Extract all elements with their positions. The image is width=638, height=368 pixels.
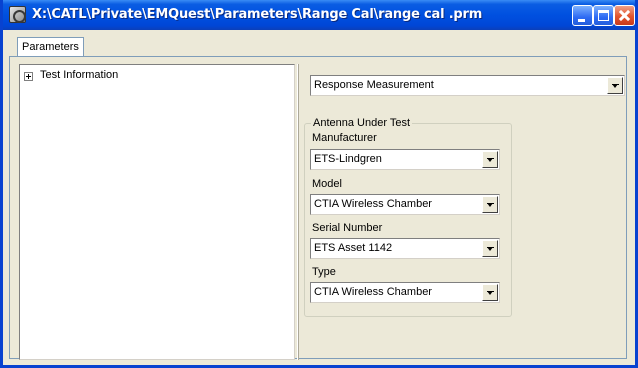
manufacturer-value: ETS-Lindgren bbox=[314, 153, 382, 165]
manufacturer-label: Manufacturer bbox=[312, 132, 377, 144]
maximize-icon bbox=[598, 10, 609, 21]
group-title: Antenna Under Test bbox=[311, 117, 413, 129]
tree-item-label: Test Information bbox=[40, 69, 119, 81]
serial-number-value: ETS Asset 1142 bbox=[314, 242, 393, 254]
manufacturer-dropdown-button[interactable] bbox=[482, 151, 498, 168]
pane-splitter[interactable] bbox=[297, 64, 299, 360]
minimize-button[interactable] bbox=[572, 5, 593, 26]
chevron-down-icon bbox=[487, 158, 494, 162]
tab-parameters[interactable]: Parameters bbox=[17, 37, 84, 57]
minimize-icon bbox=[578, 19, 585, 22]
chevron-down-icon bbox=[487, 247, 494, 251]
tab-label: Parameters bbox=[22, 41, 79, 53]
tree-pane[interactable]: Test Information bbox=[19, 64, 295, 360]
mode-select-value: Response Measurement bbox=[314, 79, 434, 91]
app-icon[interactable] bbox=[9, 6, 26, 23]
close-button[interactable] bbox=[614, 5, 635, 26]
model-value: CTIA Wireless Chamber bbox=[314, 198, 432, 210]
model-select[interactable]: CTIA Wireless Chamber bbox=[310, 194, 500, 215]
chevron-down-icon bbox=[487, 291, 494, 295]
type-value: CTIA Wireless Chamber bbox=[314, 286, 432, 298]
type-label: Type bbox=[312, 266, 336, 278]
serial-number-select[interactable]: ETS Asset 1142 bbox=[310, 238, 500, 259]
maximize-button[interactable] bbox=[593, 5, 614, 26]
window-title: X:\CATL\Private\EMQuest\Parameters\Range… bbox=[32, 7, 483, 22]
title-bar[interactable]: X:\CATL\Private\EMQuest\Parameters\Range… bbox=[3, 0, 635, 30]
manufacturer-select[interactable]: ETS-Lindgren bbox=[310, 149, 500, 170]
type-select[interactable]: CTIA Wireless Chamber bbox=[310, 282, 500, 303]
mode-select-dropdown-button[interactable] bbox=[607, 77, 623, 94]
chevron-down-icon bbox=[487, 203, 494, 207]
close-icon bbox=[615, 6, 634, 25]
model-dropdown-button[interactable] bbox=[482, 196, 498, 213]
serial-number-label: Serial Number bbox=[312, 222, 383, 234]
mode-select[interactable]: Response Measurement bbox=[310, 75, 625, 96]
type-dropdown-button[interactable] bbox=[482, 284, 498, 301]
chevron-down-icon bbox=[612, 84, 619, 88]
model-label: Model bbox=[312, 178, 342, 190]
plus-box-icon[interactable] bbox=[24, 72, 33, 81]
serial-number-dropdown-button[interactable] bbox=[482, 240, 498, 257]
